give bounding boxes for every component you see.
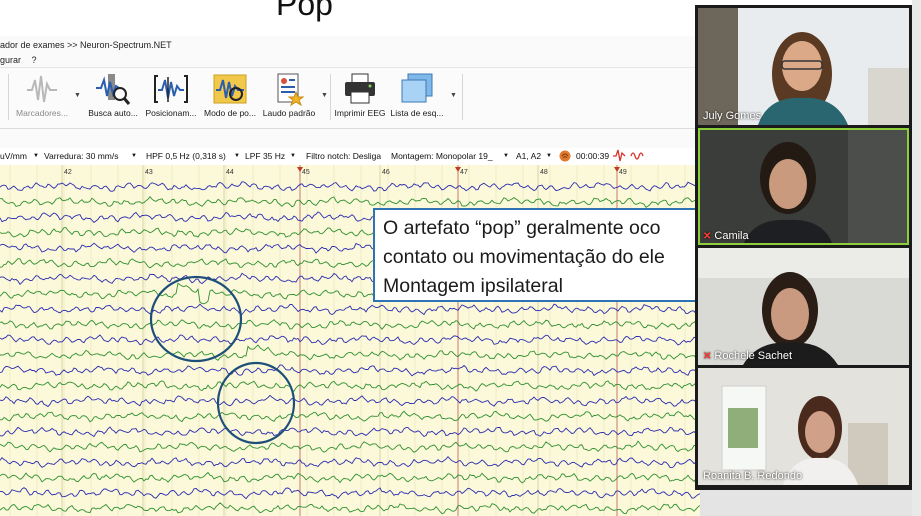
toolbar: Marcadores... ▼ Busca auto... Posicionam… (0, 67, 700, 129)
eeg-channel-trace (0, 303, 700, 316)
eeg-channel-trace (0, 487, 700, 500)
annotation-callout: O artefato “pop” geralmente oco contato … (373, 208, 713, 302)
auto-search-icon (96, 74, 131, 105)
eeg-channel-trace (0, 334, 700, 346)
report-icon (277, 73, 305, 106)
artifact-marker-icon[interactable] (630, 149, 644, 164)
montage-dropdown-arrow[interactable]: ▼ (503, 153, 509, 159)
list-dropdown-arrow[interactable]: ▼ (450, 92, 457, 99)
second-label: 47 (460, 169, 468, 176)
eeg-channel-trace (0, 410, 700, 423)
breadcrumb: ador de exames >> Neuron-Spectrum.NET (0, 40, 172, 50)
hpf-dropdown-arrow[interactable]: ▼ (234, 153, 240, 159)
window-edge (912, 0, 921, 516)
list-icon (401, 73, 433, 103)
second-label: 48 (540, 169, 548, 176)
recording-time: 00:00:39 (576, 151, 610, 161)
eeg-channel-trace (0, 181, 700, 192)
sensitivity-dropdown-arrow[interactable]: ▼ (33, 153, 39, 159)
eeg-channel-trace (0, 440, 700, 453)
muted-mic-icon: ✕ (703, 231, 712, 242)
positioning-button[interactable]: Posicionam... (144, 72, 198, 124)
participant-name: Camila (714, 230, 749, 242)
lpf-dropdown-arrow[interactable]: ▼ (290, 153, 296, 159)
standard-report-button[interactable]: Laudo padrão (260, 72, 318, 124)
eeg-channel-trace (0, 471, 700, 484)
notch-filter-toggle[interactable]: Filtro notch: Desliga (306, 151, 381, 161)
participant-video (698, 368, 909, 485)
eeg-channel-trace (0, 456, 700, 469)
auto-search-button[interactable]: Busca auto... (86, 72, 140, 124)
participant-name-row: ✕ Rochele Sachet (703, 350, 792, 362)
participant-tile-july-gomes[interactable]: July Gomes (698, 8, 909, 125)
sensitivity-select[interactable]: uV/mm (0, 151, 27, 161)
toolbar-separator (462, 74, 463, 120)
second-label: 42 (64, 169, 72, 176)
mode-button[interactable]: Modo de po... (202, 72, 258, 124)
printer-icon (345, 73, 375, 104)
eeg-channel-trace (0, 394, 700, 408)
muted-mic-icon: ✕ (703, 351, 712, 362)
list-button[interactable]: Lista de esq... (390, 72, 444, 124)
second-label: 44 (226, 169, 234, 176)
eeg-channel-trace (0, 319, 700, 331)
print-eeg-button[interactable]: Imprimir EEG (333, 72, 387, 124)
reference-select[interactable]: A1, A2 (516, 151, 541, 161)
annotation-line: contato ou movimentação do ele (383, 246, 665, 268)
toolbar-separator (8, 74, 9, 120)
reference-dropdown-arrow[interactable]: ▼ (546, 153, 552, 159)
eeg-channel-trace (0, 380, 700, 392)
menu-item-settings[interactable]: gurar (0, 55, 21, 65)
eeg-channel-trace (0, 344, 700, 361)
artifact-highlight-circle (149, 275, 243, 363)
participant-name: Rochele Sachet (714, 350, 793, 362)
gallery-footer (700, 490, 912, 516)
sweep-dropdown-arrow[interactable]: ▼ (131, 153, 137, 159)
menu-item-help[interactable]: ? (32, 55, 37, 65)
slide-title: Pop (276, 0, 333, 22)
participant-name: Roanita B. Redondo (703, 470, 803, 482)
second-label: 46 (382, 169, 390, 176)
eeg-channel-trace (0, 195, 700, 209)
participant-name-row: ✕ Camila (703, 230, 749, 242)
second-label: 43 (145, 169, 153, 176)
sweep-select[interactable]: Varredura: 30 mm/s (44, 151, 118, 161)
annotation-line: Montagem ipsilateral (383, 275, 563, 297)
spike-marker-icon[interactable] (612, 149, 626, 164)
participant-name: July Gomes (703, 110, 762, 122)
positioning-icon (154, 75, 188, 103)
eeg-channel-trace (0, 502, 700, 515)
video-gallery: July Gomes ✕ Camila ✕ Rochele Sachet Roa… (695, 5, 912, 490)
markers-button[interactable]: Marcadores... (12, 72, 72, 124)
annotation-line: O artefato “pop” geralmente oco (383, 217, 661, 239)
lpf-select[interactable]: LPF 35 Hz (245, 151, 285, 161)
brain-icon[interactable] (559, 150, 571, 164)
report-dropdown-arrow[interactable]: ▼ (321, 92, 328, 99)
montage-select[interactable]: Montagem: Monopolar 19_ (391, 151, 493, 161)
participant-tile-rochele-sachet[interactable]: ✕ Rochele Sachet (698, 248, 909, 365)
participant-tile-camila[interactable]: ✕ Camila (698, 128, 909, 245)
markers-dropdown-arrow[interactable]: ▼ (74, 92, 81, 99)
eeg-channel-trace (0, 364, 700, 377)
mode-icon (213, 74, 247, 104)
markers-icon (27, 75, 57, 103)
menu-bar: gurar ? (0, 55, 45, 65)
participant-video (698, 128, 909, 245)
participant-tile-roanita-redondo[interactable]: Roanita B. Redondo (698, 368, 909, 485)
second-label: 45 (302, 169, 310, 176)
eeg-channel-trace (0, 426, 700, 438)
hpf-select[interactable]: HPF 0,5 Hz (0,318 s) (146, 151, 226, 161)
toolbar-separator (330, 74, 331, 120)
participant-video (698, 8, 909, 125)
recording-settings-bar: uV/mm ▼ Varredura: 30 mm/s ▼ HPF 0,5 Hz … (0, 148, 700, 166)
participant-video (698, 248, 909, 365)
second-label: 49 (619, 169, 627, 176)
